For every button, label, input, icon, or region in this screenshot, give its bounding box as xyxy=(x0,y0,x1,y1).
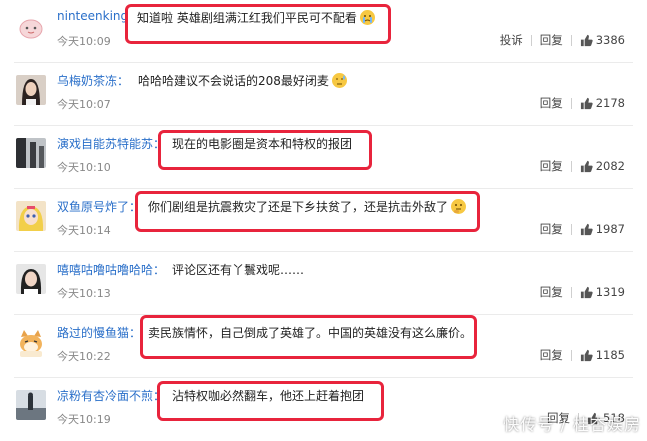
avatar[interactable] xyxy=(16,75,46,105)
like-count: 3386 xyxy=(595,33,625,47)
reply-button[interactable]: 回复 xyxy=(532,158,571,174)
comment-actions: 回复 2082 xyxy=(532,158,625,174)
like-count: 1987 xyxy=(595,222,625,236)
highlight-box xyxy=(135,191,480,232)
like-button[interactable]: 1319 xyxy=(572,285,625,299)
reply-button[interactable]: 回复 xyxy=(532,347,571,363)
username[interactable]: 凉粉有杏冷面不煎： xyxy=(57,387,165,404)
timestamp: 今天10:07 xyxy=(57,98,111,111)
thumbs-up-icon xyxy=(580,97,593,109)
avatar[interactable] xyxy=(16,138,46,168)
reply-button[interactable]: 回复 xyxy=(532,284,571,300)
comment-text: 哈哈哈建议不会说话的208最好闭麦 xyxy=(138,72,347,89)
timestamp: 今天10:14 xyxy=(57,224,111,237)
highlight-box xyxy=(125,4,391,44)
timestamp: 今天10:13 xyxy=(57,287,111,300)
like-button[interactable]: 1185 xyxy=(572,348,625,362)
like-button[interactable]: 2178 xyxy=(572,96,625,110)
like-button[interactable]: 2082 xyxy=(572,159,625,173)
comment-item: 嘻嘻咕噜咕噜哈哈： 评论区还有丫鬟戏呢…… 今天10:13 回复 1319 xyxy=(0,252,647,315)
timestamp: 今天10:10 xyxy=(57,161,111,174)
like-button[interactable]: 1987 xyxy=(572,222,625,236)
comment-actions: 投诉 回复 3386 xyxy=(492,32,625,48)
comment-actions: 回复 1987 xyxy=(532,221,625,237)
avatar[interactable] xyxy=(16,264,46,294)
timestamp: 今天10:19 xyxy=(57,413,111,426)
username[interactable]: 嘻嘻咕噜咕噜哈哈： xyxy=(57,261,165,278)
like-count: 2178 xyxy=(595,96,625,110)
thumbs-up-icon xyxy=(580,286,593,298)
username[interactable]: 路过的慢鱼猫： xyxy=(57,324,141,341)
avatar[interactable] xyxy=(16,12,46,42)
highlight-box xyxy=(140,315,477,359)
username[interactable]: 乌梅奶茶冻： xyxy=(57,72,129,89)
thumbs-up-icon xyxy=(580,34,593,46)
highlight-box xyxy=(157,381,384,421)
thumbs-up-icon xyxy=(580,223,593,235)
thumbs-up-icon xyxy=(580,160,593,172)
highlight-box xyxy=(158,130,372,170)
thumbs-up-icon xyxy=(580,349,593,361)
like-count: 1319 xyxy=(595,285,625,299)
username[interactable]: ninteenking xyxy=(57,9,128,23)
comment-actions: 回复 1319 xyxy=(532,284,625,300)
reply-button[interactable]: 回复 xyxy=(532,95,571,111)
report-button[interactable]: 投诉 xyxy=(492,32,531,48)
avatar[interactable] xyxy=(16,390,46,420)
sweat-face-icon xyxy=(331,73,347,88)
timestamp: 今天10:22 xyxy=(57,350,111,363)
username[interactable]: 演戏自能苏特能苏： xyxy=(57,135,165,152)
comment-actions: 回复 1185 xyxy=(532,347,625,363)
like-count: 1185 xyxy=(595,348,625,362)
username[interactable]: 双鱼原号炸了： xyxy=(57,198,141,215)
reply-button[interactable]: 回复 xyxy=(532,221,571,237)
like-count: 2082 xyxy=(595,159,625,173)
like-button[interactable]: 3386 xyxy=(572,33,625,47)
comment-actions: 回复 2178 xyxy=(532,95,625,111)
avatar[interactable] xyxy=(16,327,46,357)
avatar[interactable] xyxy=(16,201,46,231)
comment-item: 乌梅奶茶冻： 哈哈哈建议不会说话的208最好闭麦 今天10:07 回复 2178 xyxy=(0,63,647,126)
timestamp: 今天10:09 xyxy=(57,35,111,48)
comment-text: 评论区还有丫鬟戏呢…… xyxy=(172,263,305,277)
watermark: 快传号 / 桂杏娱房 xyxy=(503,415,641,434)
reply-button[interactable]: 回复 xyxy=(532,32,571,48)
